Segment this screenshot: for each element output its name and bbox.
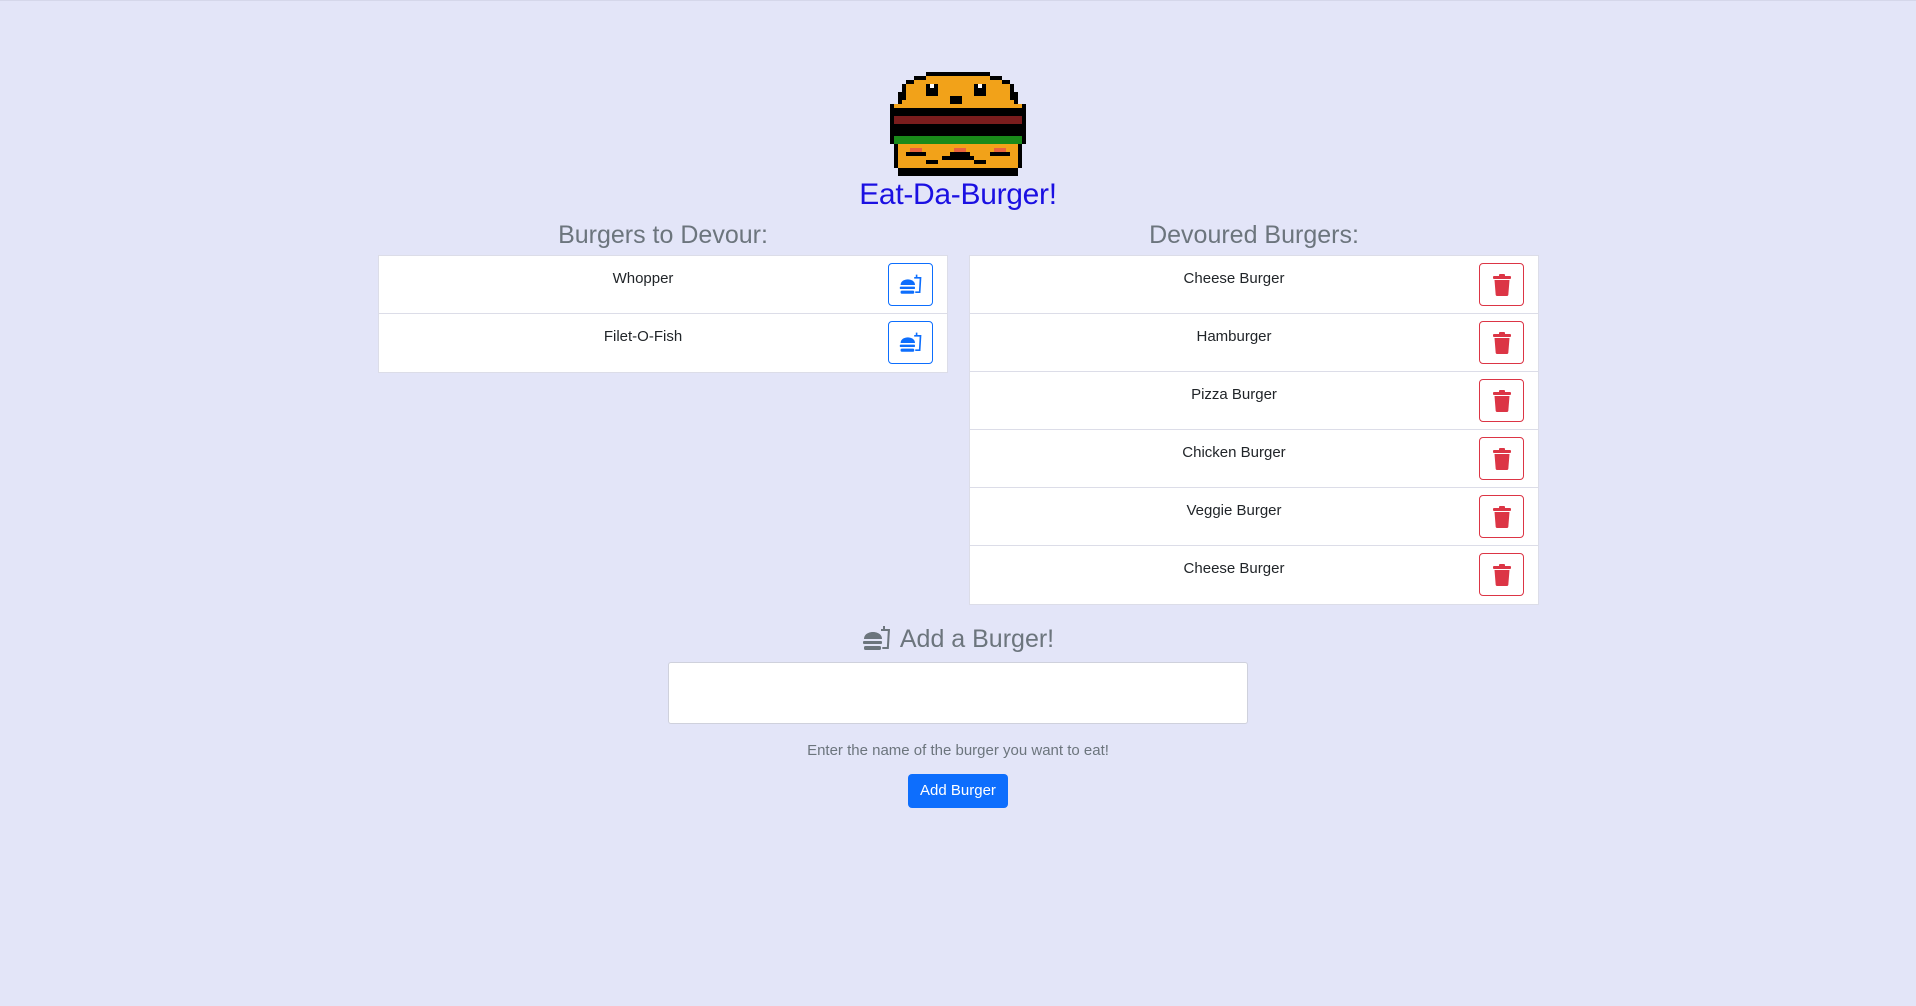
burger-name: Filet-O-Fish xyxy=(603,328,683,345)
devoured-list: Cheese Burger Hamburger Pizza Burger Chicke… xyxy=(969,255,1539,605)
add-burger-title: Add a Burger! xyxy=(899,624,1055,653)
to-devour-list: Whopper Filet-O-Fish xyxy=(378,255,948,373)
devour-button[interactable] xyxy=(888,263,933,306)
burger-list-item: Veggie Burger xyxy=(970,488,1538,546)
burger-list-item: Cheese Burger xyxy=(970,546,1538,604)
page: Eat-Da-Burger! Burgers to Devour: Whoppe… xyxy=(0,0,1916,1006)
burger-name: Cheese Burger xyxy=(1183,560,1285,577)
to-devour-title: Burgers to Devour: xyxy=(558,221,768,249)
hamburger-soda-icon xyxy=(899,332,921,352)
trash-icon xyxy=(1492,563,1511,586)
delete-button[interactable] xyxy=(1479,553,1524,596)
devoured-title: Devoured Burgers: xyxy=(1149,221,1359,249)
burger-name-input[interactable] xyxy=(668,662,1248,724)
trash-icon xyxy=(1492,273,1511,296)
burger-name: Cheese Burger xyxy=(1183,270,1285,287)
burger-name: Chicken Burger xyxy=(1182,444,1286,461)
hamburger-soda-icon xyxy=(899,274,921,294)
add-burger-section: Add a Burger! Enter the name of the burg… xyxy=(0,621,1916,808)
delete-button[interactable] xyxy=(1479,437,1524,480)
trash-icon xyxy=(1492,389,1511,412)
burger-list-item: Chicken Burger xyxy=(970,430,1538,488)
trash-icon xyxy=(1492,505,1511,528)
add-burger-help-text: Enter the name of the burger you want to… xyxy=(807,742,1109,759)
delete-button[interactable] xyxy=(1479,263,1524,306)
burger-name: Hamburger xyxy=(1196,328,1272,345)
header: Eat-Da-Burger! xyxy=(0,71,1916,213)
add-burger-button[interactable]: Add Burger xyxy=(908,774,1008,808)
devour-button[interactable] xyxy=(888,321,933,364)
trash-icon xyxy=(1492,447,1511,470)
burger-name: Pizza Burger xyxy=(1191,386,1277,403)
devoured-column: Devoured Burgers: Cheese Burger Hamburger… xyxy=(969,219,1539,605)
burger-logo-icon xyxy=(890,72,1026,176)
burger-list-item: Pizza Burger xyxy=(970,372,1538,430)
burger-list-item: Hamburger xyxy=(970,314,1538,372)
to-devour-column: Burgers to Devour: Whopper Filet-O-Fish xyxy=(378,219,948,373)
add-burger-heading: Add a Burger! xyxy=(862,621,1054,657)
burger-name: Veggie Burger xyxy=(1186,502,1282,519)
trash-icon xyxy=(1492,331,1511,354)
burger-list-item: Whopper xyxy=(379,256,947,314)
site-title: Eat-Da-Burger! xyxy=(859,178,1057,211)
delete-button[interactable] xyxy=(1479,321,1524,364)
hamburger-soda-icon xyxy=(862,626,890,650)
delete-button[interactable] xyxy=(1479,379,1524,422)
burger-list-item: Filet-O-Fish xyxy=(379,314,947,372)
burger-list-item: Cheese Burger xyxy=(970,256,1538,314)
delete-button[interactable] xyxy=(1479,495,1524,538)
burger-name: Whopper xyxy=(612,270,674,287)
